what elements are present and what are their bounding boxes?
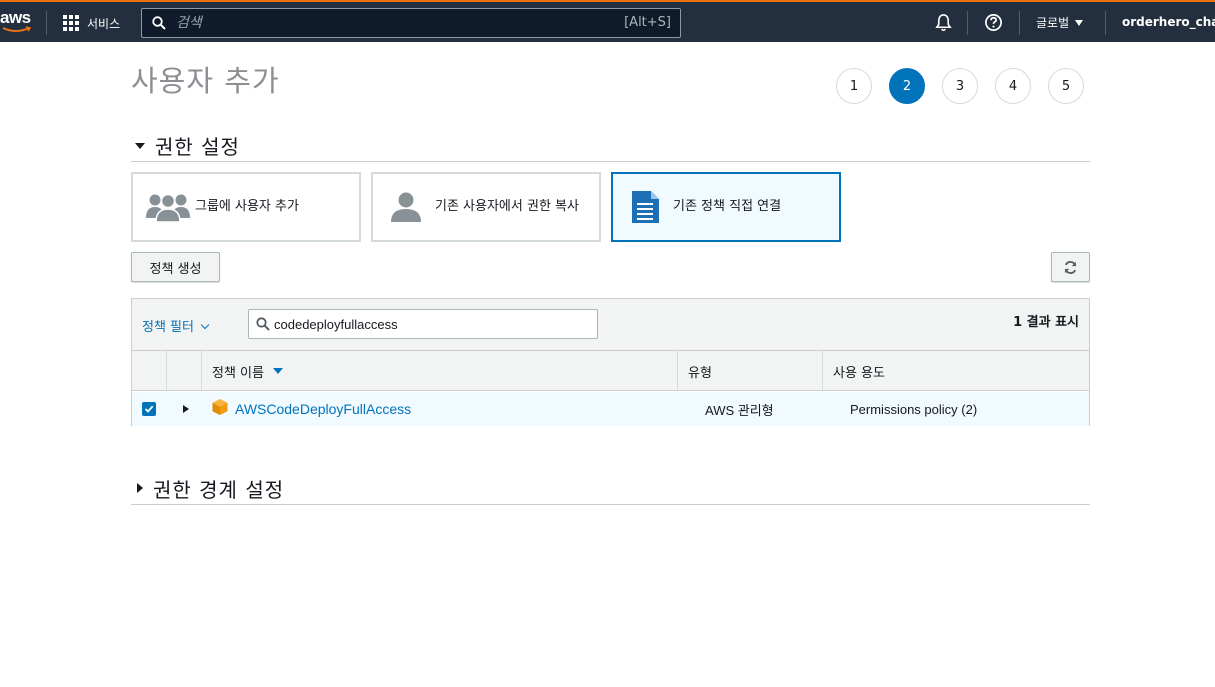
nav-divider xyxy=(1105,11,1106,35)
column-header-usage[interactable]: 사용 용도 xyxy=(823,351,1089,391)
column-header-policy-name[interactable]: 정책 이름 xyxy=(202,351,678,391)
policy-table-panel: 정책 필터 1 결과 표시 정책 이름 유형 사용 용도 xyxy=(131,298,1090,426)
policy-name-cell: AWSCodeDeployFullAccess xyxy=(211,392,411,426)
nav-divider xyxy=(1019,11,1020,35)
expand-row-icon[interactable] xyxy=(183,405,189,413)
step-3[interactable]: 3 xyxy=(942,68,978,104)
global-search-input[interactable] xyxy=(176,12,616,34)
aws-logo[interactable]: aws xyxy=(0,8,34,38)
policy-filter-bar: 정책 필터 1 결과 표시 xyxy=(132,299,1089,351)
aws-logo-text: aws xyxy=(0,8,31,27)
search-icon xyxy=(152,16,166,30)
top-navigation-bar: aws 서비스 [Alt+S] 글로벌 xyxy=(0,0,1215,42)
copy-permissions-option[interactable]: 기존 사용자에서 권한 복사 xyxy=(371,172,601,242)
policy-name-link[interactable]: AWSCodeDeployFullAccess xyxy=(235,401,411,417)
attach-existing-policies-option[interactable]: 기존 정책 직접 연결 xyxy=(611,172,841,242)
caret-down-icon xyxy=(135,142,145,149)
account-menu[interactable]: orderhero_chatbot xyxy=(1122,15,1215,29)
permission-boundary-section-title: 권한 경계 설정 xyxy=(153,477,285,502)
region-label: 글로벌 xyxy=(1036,16,1070,30)
step-4[interactable]: 4 xyxy=(995,68,1031,104)
chevron-down-icon xyxy=(200,320,210,330)
page-title: 사용자 추가 xyxy=(131,64,280,98)
column-header-label: 유형 xyxy=(688,365,712,381)
wizard-steps: 1 2 3 4 5 xyxy=(836,68,1101,104)
aws-managed-policy-cube-icon xyxy=(212,399,228,415)
step-1[interactable]: 1 xyxy=(836,68,872,104)
add-user-to-group-label: 그룹에 사용자 추가 xyxy=(195,199,299,214)
permissions-section-toggle[interactable]: 권한 설정 xyxy=(131,130,1090,162)
help-icon xyxy=(985,14,1002,31)
nav-divider xyxy=(967,11,968,35)
add-user-to-group-option[interactable]: 그룹에 사용자 추가 xyxy=(131,172,361,242)
row-expand-cell xyxy=(183,392,189,426)
policy-search-box[interactable] xyxy=(248,309,598,339)
services-label: 서비스 xyxy=(87,16,121,31)
search-shortcut-hint: [Alt+S] xyxy=(624,15,671,30)
permission-boundary-section-toggle[interactable]: 권한 경계 설정 xyxy=(131,472,1090,505)
caret-right-icon xyxy=(137,483,143,493)
policy-filter-dropdown[interactable]: 정책 필터 xyxy=(142,316,210,335)
notifications-bell-button[interactable] xyxy=(934,13,953,36)
row-select-cell xyxy=(142,392,156,426)
nav-divider xyxy=(46,11,47,35)
table-row[interactable]: AWSCodeDeployFullAccess AWS 관리형 Permissi… xyxy=(132,392,1089,426)
search-icon xyxy=(256,317,270,331)
group-icon xyxy=(146,193,190,223)
row-checkbox[interactable] xyxy=(142,402,156,416)
sort-descending-icon xyxy=(272,368,283,374)
column-header-label: 사용 용도 xyxy=(833,365,885,381)
help-button[interactable] xyxy=(984,13,1003,36)
caret-down-icon xyxy=(1075,20,1084,26)
bell-icon xyxy=(935,14,952,32)
refresh-icon xyxy=(1064,260,1077,274)
expand-column-header xyxy=(167,351,202,391)
document-icon xyxy=(632,191,659,223)
permissions-section-title: 권한 설정 xyxy=(155,135,240,159)
copy-permissions-label: 기존 사용자에서 권한 복사 xyxy=(435,199,579,214)
table-header: 정책 이름 유형 사용 용도 xyxy=(132,351,1089,391)
policy-type-cell: AWS 관리형 xyxy=(705,402,774,418)
policy-usage-cell: Permissions policy (2) xyxy=(850,401,978,417)
column-header-type[interactable]: 유형 xyxy=(678,351,823,391)
select-column-header xyxy=(132,351,167,391)
refresh-button[interactable] xyxy=(1051,252,1090,282)
aws-smile-icon xyxy=(2,26,32,32)
policy-search-input[interactable] xyxy=(274,314,589,334)
result-count: 1 결과 표시 xyxy=(1013,315,1079,330)
column-header-label: 정책 이름 xyxy=(212,365,264,381)
step-5[interactable]: 5 xyxy=(1048,68,1084,104)
checkmark-icon xyxy=(144,405,154,413)
services-menu-button[interactable]: 서비스 xyxy=(63,12,120,34)
global-search-box[interactable]: [Alt+S] xyxy=(141,8,681,38)
grid-icon xyxy=(63,15,79,31)
attach-existing-policies-label: 기존 정책 직접 연결 xyxy=(673,199,782,214)
create-policy-button[interactable]: 정책 생성 xyxy=(131,252,220,282)
user-icon xyxy=(391,192,421,222)
step-2-current[interactable]: 2 xyxy=(889,68,925,104)
policy-filter-label: 정책 필터 xyxy=(142,320,194,335)
region-selector[interactable]: 글로벌 xyxy=(1036,14,1084,31)
